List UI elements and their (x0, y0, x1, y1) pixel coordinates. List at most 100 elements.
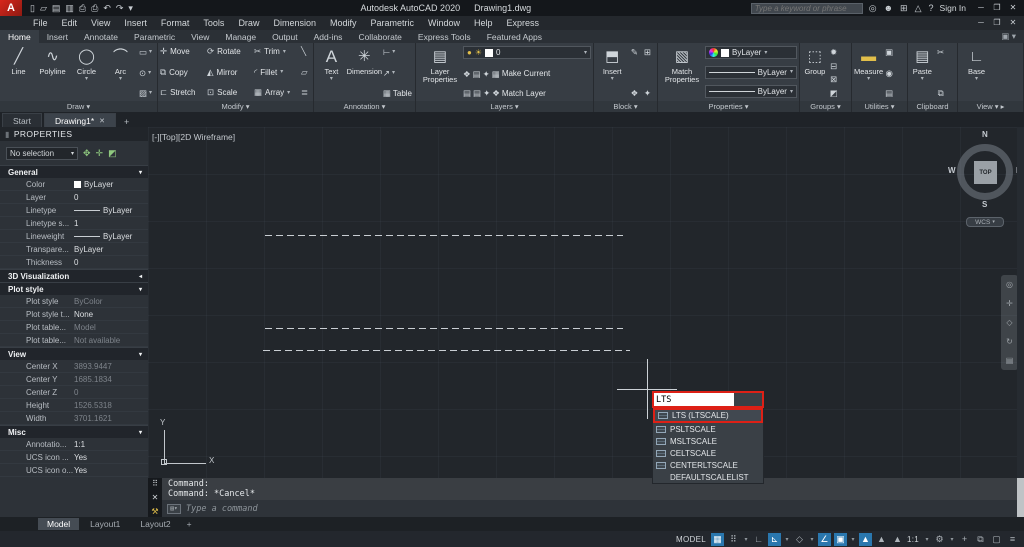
chevron-down-icon[interactable]: ▾ (784, 536, 790, 543)
command-input-row[interactable]: ▤▾ Type a command (162, 500, 1024, 517)
ribbon-button-tool[interactable]: ▱ (301, 67, 313, 78)
customization-plus-icon[interactable]: + (958, 533, 971, 546)
section-header-misc[interactable]: Misc▾ (0, 425, 148, 438)
undo-icon[interactable]: ↶ (103, 0, 111, 16)
property-row[interactable]: Transpare...ByLayer (0, 243, 148, 256)
ribbon-button-insert[interactable]: ⬒Insert▾ (596, 44, 628, 101)
block-tool-icon[interactable]: ❖ (629, 88, 639, 98)
property-row[interactable]: Plot table...Not available (0, 334, 148, 347)
ribbon-button-paste[interactable]: ▤Paste▾ (910, 44, 935, 101)
ortho-mode-icon[interactable]: ∟ (752, 533, 765, 546)
menu-parametric[interactable]: Parametric (364, 16, 422, 30)
command-popup-input[interactable] (654, 393, 734, 406)
new-layout-button[interactable]: + (182, 519, 197, 529)
annotation-scale-icon[interactable]: ▲ (891, 533, 904, 546)
draw-small-tool[interactable]: ▨▾ (139, 88, 152, 98)
command-scrollbar[interactable] (1017, 478, 1024, 517)
select-objects-icon[interactable]: ✛ (96, 148, 104, 158)
suggestion-lts-ltscale-[interactable]: LTS (LTSCALE) (653, 408, 763, 423)
ribbon-tab-add-ins[interactable]: Add-ins (306, 30, 351, 43)
save-icon[interactable]: ▤ (52, 0, 61, 16)
navbar-tool-icon-2[interactable]: ◇ (1006, 318, 1012, 327)
annotation-visibility-icon[interactable]: ▲ (859, 533, 872, 546)
suggestion-psltscale[interactable]: PSLTSCALE (653, 423, 763, 435)
navigation-bar[interactable]: ◎✛◇↻▤ (1001, 275, 1018, 370)
command-customize-icon[interactable]: ▤▾ (167, 504, 181, 514)
ribbon-button-dimension[interactable]: ✳Dimension (348, 44, 381, 101)
close-icon[interactable]: ✕ (1006, 16, 1020, 30)
file-tab-start[interactable]: Start (2, 113, 42, 127)
navbar-tool-icon-1[interactable]: ✛ (1006, 299, 1013, 308)
ribbon-button-mirror[interactable]: ◭Mirror (207, 67, 254, 78)
workspace-switching-icon[interactable]: ⚙ (933, 533, 946, 546)
suggestion-celtscale[interactable]: CELTSCALE (653, 447, 763, 459)
ribbon-button-tool[interactable]: ≣ (301, 87, 313, 98)
restore-icon[interactable]: ❐ (990, 0, 1004, 16)
property-row[interactable]: UCS icon o...Yes (0, 464, 148, 477)
ribbon-tab-annotate[interactable]: Annotate (76, 30, 126, 43)
menu-edit[interactable]: Edit (55, 16, 85, 30)
new-drawing-tab-button[interactable]: + (120, 117, 133, 127)
quick-select-icon[interactable]: ◩ (108, 148, 117, 158)
ribbon-tab-parametric[interactable]: Parametric (126, 30, 183, 43)
save-as-icon[interactable]: ▥ (65, 0, 74, 16)
property-row[interactable]: Width3701.1621 (0, 412, 148, 425)
property-row[interactable]: ColorByLayer (0, 178, 148, 191)
command-history[interactable]: Command:Command: *Cancel* (162, 478, 1024, 500)
chevron-down-icon[interactable]: ▾ (850, 536, 856, 543)
search-icon[interactable]: ◎ (869, 3, 877, 14)
ribbon-tab-insert[interactable]: Insert (39, 30, 76, 43)
ribbon-button-base[interactable]: ∟Base▾ (960, 44, 993, 101)
ribbon-button-rotate[interactable]: ⟳Rotate (207, 46, 254, 57)
section-header-view[interactable]: View▾ (0, 347, 148, 360)
help-icon[interactable]: ? (929, 3, 934, 13)
section-header-3d-visualization[interactable]: 3D Visualization◂ (0, 269, 148, 282)
property-dropdown-0[interactable]: ByLayer▾ (705, 46, 797, 59)
menu-file[interactable]: File (26, 16, 55, 30)
ribbon-display-toggle-icon[interactable]: ▣ ▾ (1001, 30, 1024, 43)
groups-tool-icon[interactable]: ◩ (829, 88, 839, 98)
ribbon-button-arc[interactable]: ⌒Arc▾ (104, 44, 137, 101)
property-row[interactable]: Layer0 (0, 191, 148, 204)
groups-tool-icon[interactable]: ⊠ (829, 74, 839, 84)
groups-tool-icon[interactable]: ⊟ (829, 61, 839, 71)
print-icon[interactable]: ⎙ (91, 0, 98, 16)
menu-help[interactable]: Help (467, 16, 500, 30)
menu-view[interactable]: View (84, 16, 117, 30)
suggestion-centerltscale[interactable]: CENTERLTSCALE (653, 459, 763, 471)
annotation-small-tool[interactable]: ⊢▾ (383, 47, 412, 57)
open-folder-icon[interactable]: ▱ (40, 0, 47, 16)
navbar-tool-icon-4[interactable]: ▤ (1006, 356, 1014, 365)
close-icon[interactable]: ✕ (99, 117, 105, 125)
layer-dropdown[interactable]: ●☀0▾ (463, 46, 591, 59)
ribbon-tab-featured-apps[interactable]: Featured Apps (479, 30, 550, 43)
chevron-down-icon[interactable]: ▾ (139, 286, 142, 293)
property-row[interactable]: Center X3893.9447 (0, 360, 148, 373)
ribbon-tab-manage[interactable]: Manage (217, 30, 264, 43)
autocad-logo-icon[interactable]: A (0, 0, 22, 16)
ribbon-button-line[interactable]: ╱Line (2, 44, 35, 101)
utilities-tool-icon[interactable]: ◉ (884, 68, 894, 78)
ribbon-button-group[interactable]: ⬚Group (802, 44, 828, 101)
object-snap-icon[interactable]: ▣ (834, 533, 847, 546)
menu-tools[interactable]: Tools (196, 16, 231, 30)
groups-tool-icon[interactable]: ✹ (829, 47, 839, 57)
viewcube[interactable]: TOP N E S W (948, 132, 1024, 218)
property-row[interactable]: Linetype s...1 (0, 217, 148, 230)
toggle-pickadd-icon[interactable]: ✥ (83, 148, 91, 158)
snap-mode-icon[interactable]: ⠿ (727, 533, 740, 546)
section-header-general[interactable]: General▾ (0, 165, 148, 178)
chevron-down-icon[interactable]: ▾ (809, 536, 815, 543)
clipboard-tool-icon[interactable]: ⧉ (936, 88, 946, 98)
ribbon-button-trim[interactable]: ✂Trim▾ (254, 46, 301, 57)
suggestion-msltscale[interactable]: MSLTSCALE (653, 435, 763, 447)
panel-label-layers[interactable]: Layers ▾ (416, 101, 593, 112)
property-row[interactable]: Plot styleByColor (0, 295, 148, 308)
menu-window[interactable]: Window (421, 16, 467, 30)
property-row[interactable]: Center Y1685.1834 (0, 373, 148, 386)
panel-label-properties[interactable]: Properties ▾ (658, 101, 799, 112)
ribbon-button-layer-properties[interactable]: ▤Layer Properties (418, 44, 462, 101)
polar-tracking-icon[interactable]: ⊾ (768, 533, 781, 546)
plot-icon[interactable]: ⎙ (79, 0, 86, 16)
menu-draw[interactable]: Draw (231, 16, 266, 30)
